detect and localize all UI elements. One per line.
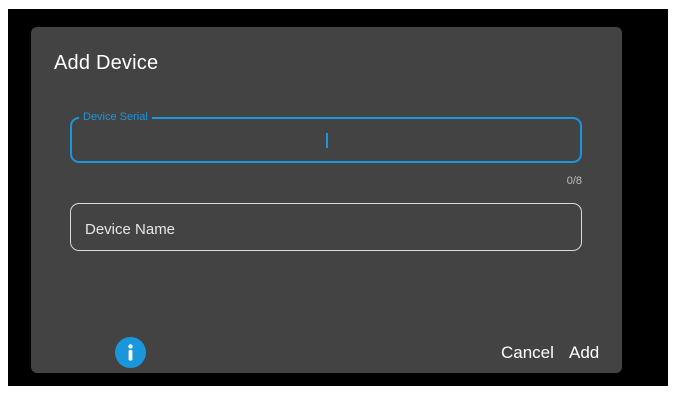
cancel-button[interactable]: Cancel (501, 343, 554, 363)
info-icon[interactable] (115, 337, 146, 368)
add-device-dialog: Add Device Device Serial 0/8 Cancel Add (31, 27, 622, 373)
text-cursor (326, 133, 328, 148)
add-button[interactable]: Add (569, 343, 599, 363)
device-name-input[interactable] (83, 217, 569, 241)
info-glyph (128, 344, 133, 361)
serial-character-counter: 0/8 (566, 175, 582, 187)
device-serial-field[interactable]: Device Serial (70, 110, 582, 163)
device-name-field[interactable] (70, 203, 582, 251)
dialog-title: Add Device (54, 52, 159, 74)
device-serial-label: Device Serial (79, 110, 152, 124)
